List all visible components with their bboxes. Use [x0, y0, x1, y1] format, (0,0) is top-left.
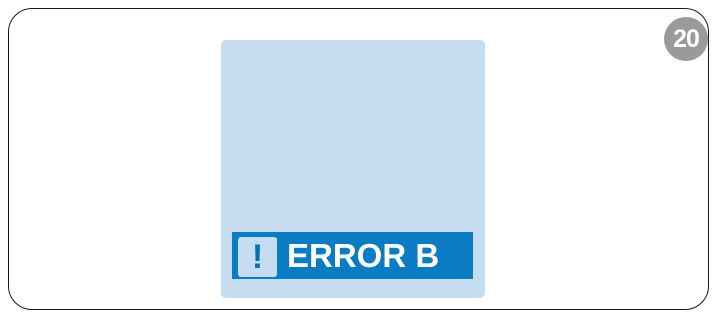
error-message: ERROR B — [287, 237, 440, 274]
step-number-badge: 20 — [664, 17, 708, 61]
alert-icon-box: ! — [238, 237, 277, 277]
exclamation-icon: ! — [251, 238, 264, 276]
